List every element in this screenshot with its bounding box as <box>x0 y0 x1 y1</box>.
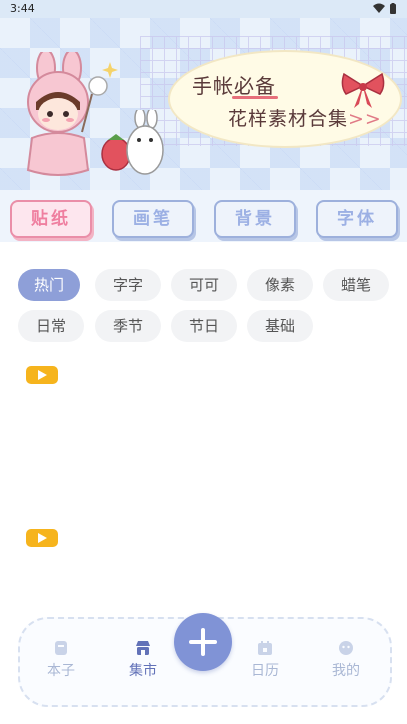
banner-underline <box>232 96 278 99</box>
category-chip[interactable]: 可可 <box>171 269 237 301</box>
shop-icon <box>136 641 150 655</box>
category-chip-hot[interactable]: 热门 <box>18 269 80 301</box>
battery-icon <box>390 3 396 14</box>
status-bar: 3:44 <box>0 0 407 18</box>
tool-background-button[interactable]: 背景 <box>214 200 296 238</box>
tab-label: 本子 <box>47 663 75 679</box>
promo-banner[interactable]: 手帐必备 花样素材合集>> <box>0 18 407 190</box>
bunny-strawberry-illustration <box>101 110 164 175</box>
tab-label: 集市 <box>129 663 157 679</box>
tab-profile[interactable]: 我的 <box>316 640 376 680</box>
tool-font-button[interactable]: 字体 <box>316 200 398 238</box>
tab-label: 我的 <box>332 663 360 679</box>
wifi-icon <box>373 3 385 13</box>
category-chip[interactable]: 字字 <box>95 269 161 301</box>
banner-title: 手帐必备 <box>192 74 276 98</box>
calendar-icon <box>258 641 272 655</box>
category-chip[interactable]: 像素 <box>247 269 313 301</box>
category-chip[interactable]: 基础 <box>247 310 313 342</box>
status-time: 3:44 <box>10 2 35 15</box>
tab-market[interactable]: 集市 <box>113 640 173 680</box>
notebook-icon <box>55 641 67 655</box>
profile-icon <box>339 641 353 655</box>
tab-calendar[interactable]: 日历 <box>235 640 295 680</box>
ribbon-bow-icon <box>341 72 385 108</box>
system-icons <box>373 3 397 15</box>
tab-label: 日历 <box>251 663 279 679</box>
category-chip[interactable]: 蜡笔 <box>323 269 389 301</box>
tab-notebook[interactable]: 本子 <box>31 640 91 680</box>
category-chip[interactable]: 日常 <box>18 310 84 342</box>
tool-brush-button[interactable]: 画笔 <box>112 200 194 238</box>
video-play-icon[interactable] <box>26 529 58 547</box>
category-chip[interactable]: 节日 <box>171 310 237 342</box>
category-chip[interactable]: 季节 <box>95 310 161 342</box>
tool-stickers-button[interactable]: 贴纸 <box>10 200 92 238</box>
add-button[interactable] <box>174 613 232 671</box>
video-play-icon[interactable] <box>26 366 58 384</box>
